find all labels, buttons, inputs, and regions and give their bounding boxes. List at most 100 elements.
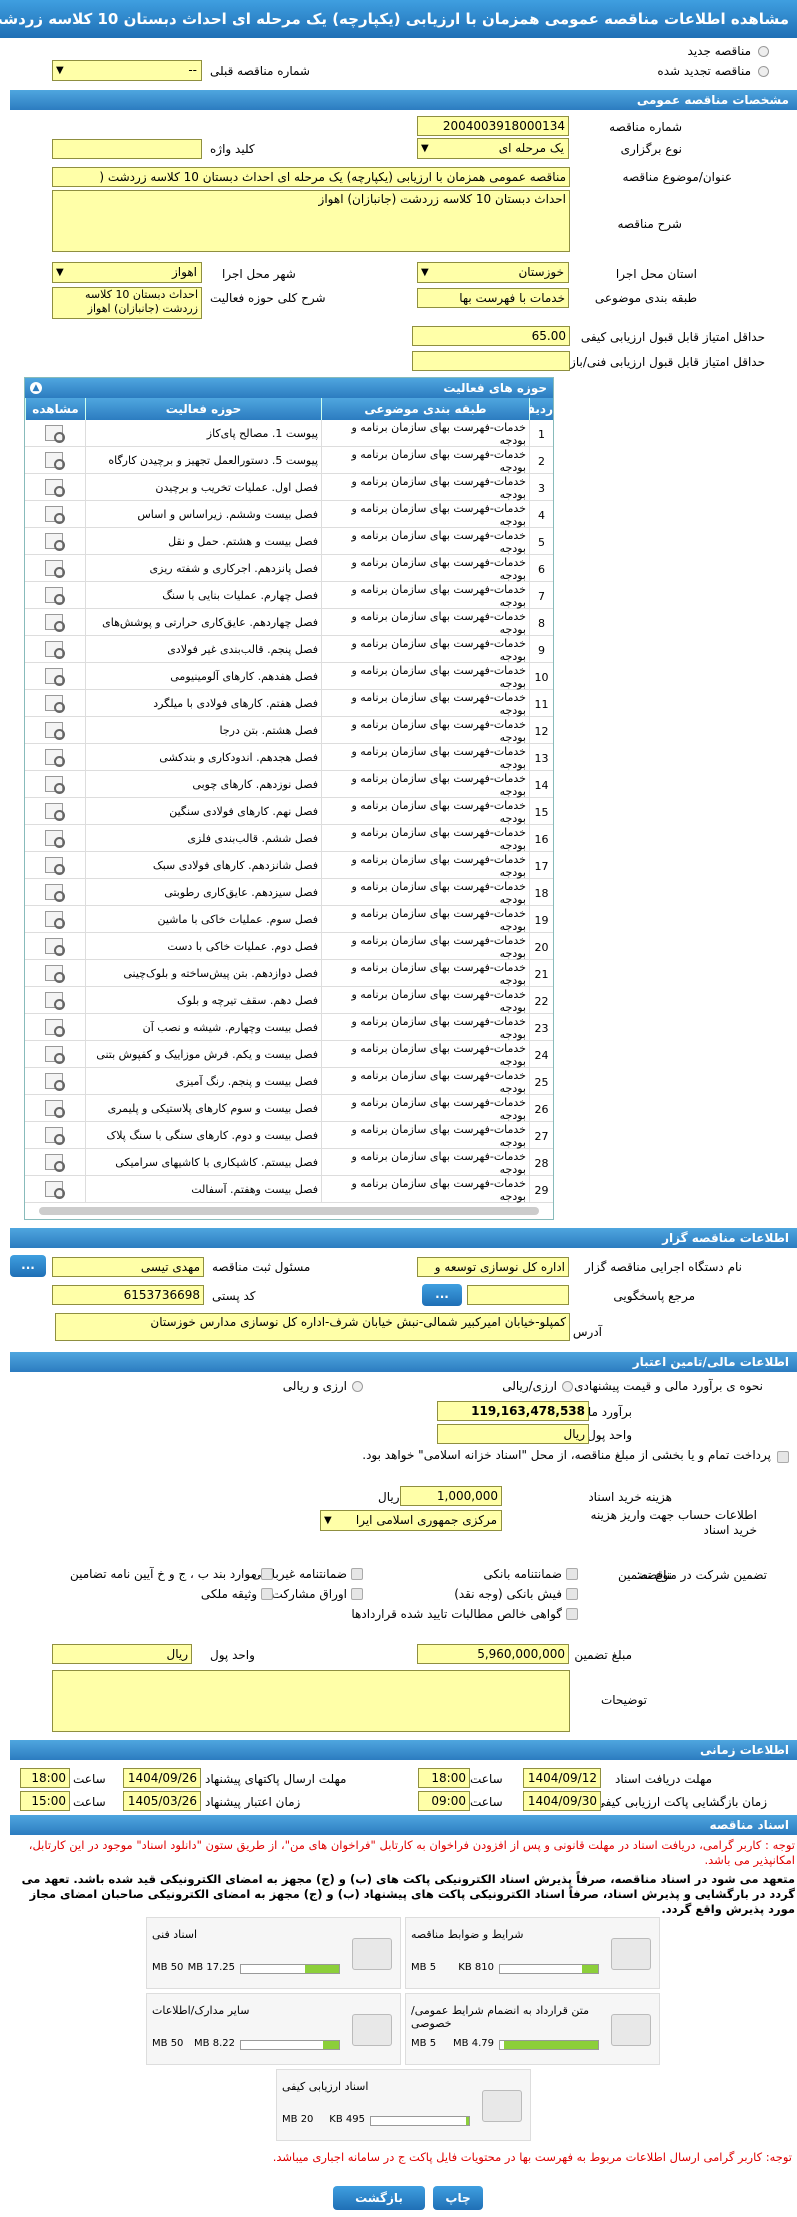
view-document-icon[interactable] xyxy=(45,587,65,605)
row-view[interactable] xyxy=(25,879,85,906)
scope-field[interactable]: احداث دبستان 10 کلاسه زردشت (جانبازان) ا… xyxy=(52,287,202,319)
view-document-icon[interactable] xyxy=(45,1181,65,1199)
row-view[interactable] xyxy=(25,744,85,771)
row-view[interactable] xyxy=(25,420,85,447)
officer-lookup-button[interactable]: ... xyxy=(10,1255,46,1277)
row-view[interactable] xyxy=(25,1095,85,1122)
view-document-icon[interactable] xyxy=(45,992,65,1010)
view-document-icon[interactable] xyxy=(45,425,65,443)
guarantee-option-cash[interactable]: فیش بانکی (وجه نقد) xyxy=(454,1587,578,1601)
horizontal-scrollbar[interactable] xyxy=(39,1207,539,1215)
ref-lookup-button[interactable]: ... xyxy=(422,1284,462,1306)
row-view[interactable] xyxy=(25,1041,85,1068)
category-field[interactable]: خدمات با فهرست بها xyxy=(417,288,569,308)
row-view[interactable] xyxy=(25,1176,85,1203)
recv-date[interactable]: 1404/09/12 xyxy=(523,1768,601,1788)
send-time[interactable]: 18:00 xyxy=(20,1768,70,1788)
view-document-icon[interactable] xyxy=(45,722,65,740)
row-view[interactable] xyxy=(25,555,85,582)
view-document-icon[interactable] xyxy=(45,803,65,821)
view-document-icon[interactable] xyxy=(45,695,65,713)
print-button[interactable]: چاپ xyxy=(433,2186,483,2210)
row-view[interactable] xyxy=(25,852,85,879)
radio-rial[interactable]: ارزی/ریالی xyxy=(502,1379,573,1393)
view-document-icon[interactable] xyxy=(45,452,65,470)
notes-field[interactable] xyxy=(52,1670,570,1732)
view-document-icon[interactable] xyxy=(45,668,65,686)
view-document-icon[interactable] xyxy=(45,1019,65,1037)
row-view[interactable] xyxy=(25,960,85,987)
valid-date[interactable]: 1405/03/26 xyxy=(123,1791,201,1811)
currency-field[interactable]: ریال xyxy=(437,1424,589,1444)
agency-field[interactable]: اداره کل نوسازی توسعه و xyxy=(417,1257,569,1277)
ref-field[interactable] xyxy=(467,1285,569,1305)
estimate-field[interactable]: 119,163,478,538 xyxy=(437,1401,589,1421)
radio-circle-icon[interactable] xyxy=(352,1381,363,1392)
checkbox[interactable] xyxy=(261,1588,273,1600)
checkbox[interactable] xyxy=(566,1588,578,1600)
doc-fee-field[interactable]: 1,000,000 xyxy=(400,1486,502,1506)
officer-field[interactable]: مهدی تیسی xyxy=(52,1257,204,1277)
amount-field[interactable]: 5,960,000,000 xyxy=(417,1644,569,1664)
view-document-icon[interactable] xyxy=(45,1127,65,1145)
view-document-icon[interactable] xyxy=(45,560,65,578)
row-view[interactable] xyxy=(25,1122,85,1149)
address-field[interactable]: کمپلو-خیابان امیرکبیر شمالی-نبش خیابان ش… xyxy=(55,1313,570,1341)
open-time[interactable]: 09:00 xyxy=(418,1791,470,1811)
view-document-icon[interactable] xyxy=(45,884,65,902)
guarantee-option-claims[interactable]: گواهی خالص مطالبات تایید شده قراردادها xyxy=(351,1607,578,1621)
view-document-icon[interactable] xyxy=(45,1046,65,1064)
view-document-icon[interactable] xyxy=(45,965,65,983)
checkbox[interactable] xyxy=(566,1568,578,1580)
recv-time[interactable]: 18:00 xyxy=(418,1768,470,1788)
row-view[interactable] xyxy=(25,1068,85,1095)
radio-circle-icon[interactable] xyxy=(758,46,769,57)
row-view[interactable] xyxy=(25,771,85,798)
checkbox[interactable] xyxy=(351,1588,363,1600)
guarantee-option-bonds[interactable]: اوراق مشارکت xyxy=(272,1587,363,1601)
view-document-icon[interactable] xyxy=(45,776,65,794)
row-view[interactable] xyxy=(25,609,85,636)
view-document-icon[interactable] xyxy=(45,479,65,497)
open-date[interactable]: 1404/09/30 xyxy=(523,1791,601,1811)
row-view[interactable] xyxy=(25,798,85,825)
view-document-icon[interactable] xyxy=(45,749,65,767)
document-card-4[interactable]: سایر مدارک/اطلاعات 8.22 MB 50 MB xyxy=(146,1993,401,2065)
number-field[interactable]: 2004003918000134 xyxy=(417,116,569,136)
row-view[interactable] xyxy=(25,987,85,1014)
checkbox[interactable] xyxy=(566,1608,578,1620)
row-view[interactable] xyxy=(25,933,85,960)
document-card-5[interactable]: اسناد ارزیابی کیفی 495 KB 20 MB xyxy=(276,2069,531,2141)
radio-circle-icon[interactable] xyxy=(562,1381,573,1392)
radio-new-tender[interactable]: مناقصه جدید xyxy=(688,44,769,58)
row-view[interactable] xyxy=(25,906,85,933)
document-card-1[interactable]: شرایط و ضوابط مناقصه 810 KB 5 MB xyxy=(405,1917,660,1989)
radio-fx[interactable]: ارزی و ریالی xyxy=(283,1379,363,1393)
view-document-icon[interactable] xyxy=(45,857,65,875)
view-document-icon[interactable] xyxy=(45,830,65,848)
row-view[interactable] xyxy=(25,636,85,663)
view-document-icon[interactable] xyxy=(45,614,65,632)
guarantee-option-regulation[interactable]: موارد بند ب ، ج و خ آیین نامه تضامین xyxy=(70,1567,273,1581)
guarantee-option-bank[interactable]: ضمانتنامه بانکی xyxy=(483,1567,578,1581)
valid-time[interactable]: 15:00 xyxy=(20,1791,70,1811)
document-card-2[interactable]: اسناد فنی 17.25 MB 50 MB xyxy=(146,1917,401,1989)
collapse-icon[interactable]: ▲ xyxy=(30,382,42,394)
row-view[interactable] xyxy=(25,663,85,690)
postal-field[interactable]: 6153736698 xyxy=(52,1285,204,1305)
radio-renewed-tender[interactable]: مناقصه تجدید شده xyxy=(657,64,769,78)
row-view[interactable] xyxy=(25,474,85,501)
amount-currency-field[interactable]: ریال xyxy=(52,1644,192,1664)
row-view[interactable] xyxy=(25,1014,85,1041)
checkbox[interactable] xyxy=(261,1568,273,1580)
back-button[interactable]: بازگشت xyxy=(333,2186,425,2210)
prev-number-select[interactable]: ▼ -- xyxy=(52,60,202,81)
view-document-icon[interactable] xyxy=(45,1073,65,1091)
row-view[interactable] xyxy=(25,1149,85,1176)
view-document-icon[interactable] xyxy=(45,506,65,524)
view-document-icon[interactable] xyxy=(45,911,65,929)
row-view[interactable] xyxy=(25,825,85,852)
row-view[interactable] xyxy=(25,717,85,744)
view-document-icon[interactable] xyxy=(45,938,65,956)
row-view[interactable] xyxy=(25,690,85,717)
